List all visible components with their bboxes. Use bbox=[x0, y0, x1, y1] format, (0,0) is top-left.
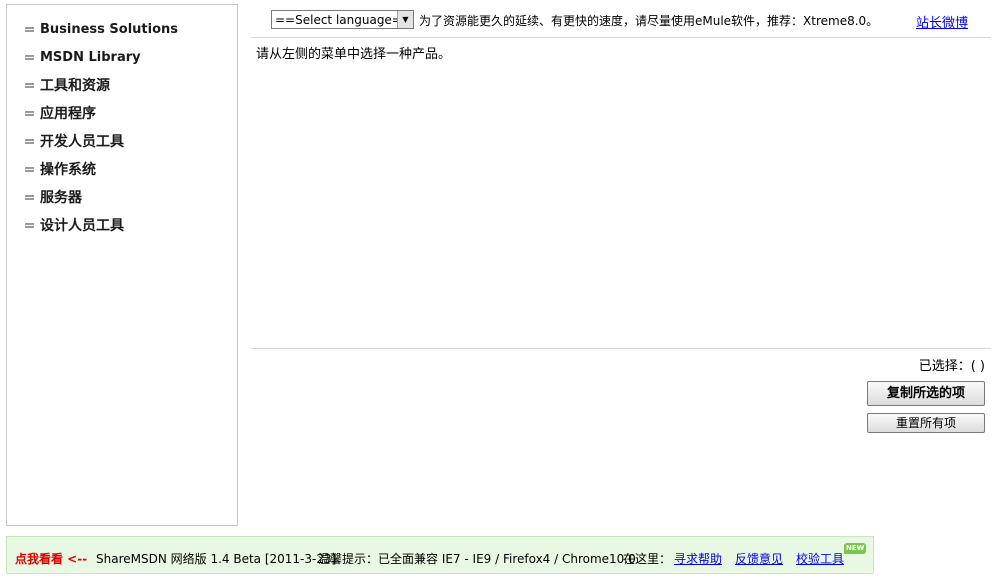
menu-item-label: 工具和资源 bbox=[40, 78, 110, 94]
menu-item-label: MSDN Library bbox=[40, 49, 141, 65]
menu-item-label: Business Solutions bbox=[40, 21, 179, 37]
reset-all-button[interactable]: 重置所有项 bbox=[867, 413, 985, 433]
click-me-link[interactable]: 点我看看 <-- bbox=[15, 550, 87, 567]
bullet-icon bbox=[25, 81, 34, 90]
menu-item-developer-tools[interactable]: 开发人员工具 bbox=[25, 130, 124, 152]
bullet-icon bbox=[25, 221, 34, 230]
footer-bar: 点我看看 <-- ShareMSDN 网络版 1.4 Beta [2011-3-… bbox=[6, 536, 874, 574]
product-version: ShareMSDN 网络版 1.4 Beta [2011-3-23] bbox=[96, 552, 337, 566]
menu-item-label: 开发人员工具 bbox=[40, 134, 124, 150]
menu-item-servers[interactable]: 服务器 bbox=[25, 186, 82, 208]
menu-item-designer-tools[interactable]: 设计人员工具 bbox=[25, 214, 124, 236]
menu-item-operating-systems[interactable]: 操作系统 bbox=[25, 158, 96, 180]
bullet-icon bbox=[25, 25, 34, 34]
here-label: 在这里： bbox=[623, 552, 672, 566]
bullet-icon bbox=[25, 109, 34, 118]
bullet-icon bbox=[25, 165, 34, 174]
menu-item-tools-resources[interactable]: 工具和资源 bbox=[25, 74, 110, 96]
menu-item-msdn-library[interactable]: MSDN Library bbox=[25, 46, 141, 68]
divider bbox=[251, 37, 991, 38]
menu-item-label: 服务器 bbox=[40, 190, 82, 206]
menu-item-label: 应用程序 bbox=[40, 106, 96, 122]
copy-selected-button[interactable]: 复制所选的项 bbox=[867, 381, 985, 406]
bullet-icon bbox=[25, 137, 34, 146]
product-menu: Business Solutions MSDN Library 工具和资源 应用… bbox=[6, 4, 238, 526]
menu-item-business-solutions[interactable]: Business Solutions bbox=[25, 18, 178, 40]
language-select-value: ==Select language== bbox=[275, 12, 397, 27]
select-product-prompt: 请从左侧的菜单中选择一种产品。 bbox=[256, 47, 452, 62]
compatibility-tip: 温馨提示：已全面兼容 IE7 - IE9 / Firefox4 / Chrome… bbox=[318, 552, 636, 566]
check-tool-link[interactable]: 校验工具 bbox=[796, 550, 844, 567]
bullet-icon bbox=[25, 193, 34, 202]
bullet-icon bbox=[25, 53, 34, 62]
feedback-link[interactable]: 反馈意见 bbox=[735, 550, 783, 567]
menu-item-applications[interactable]: 应用程序 bbox=[25, 102, 96, 124]
emule-notice: 为了资源能更久的延续、有更快的速度，请尽量使用eMule软件，推荐：Xtreme… bbox=[419, 14, 879, 28]
menu-item-label: 设计人员工具 bbox=[40, 218, 124, 234]
menu-item-label: 操作系统 bbox=[40, 162, 96, 178]
selected-count: 已选择：( ) bbox=[918, 359, 985, 374]
language-select[interactable]: ==Select language== ▼ bbox=[271, 10, 414, 29]
divider bbox=[251, 348, 991, 349]
webmaster-weibo-link[interactable]: 站长微博 bbox=[916, 12, 968, 31]
help-link[interactable]: 寻求帮助 bbox=[674, 550, 722, 567]
dropdown-arrow-icon[interactable]: ▼ bbox=[397, 11, 413, 28]
new-badge: NEW bbox=[844, 543, 867, 554]
